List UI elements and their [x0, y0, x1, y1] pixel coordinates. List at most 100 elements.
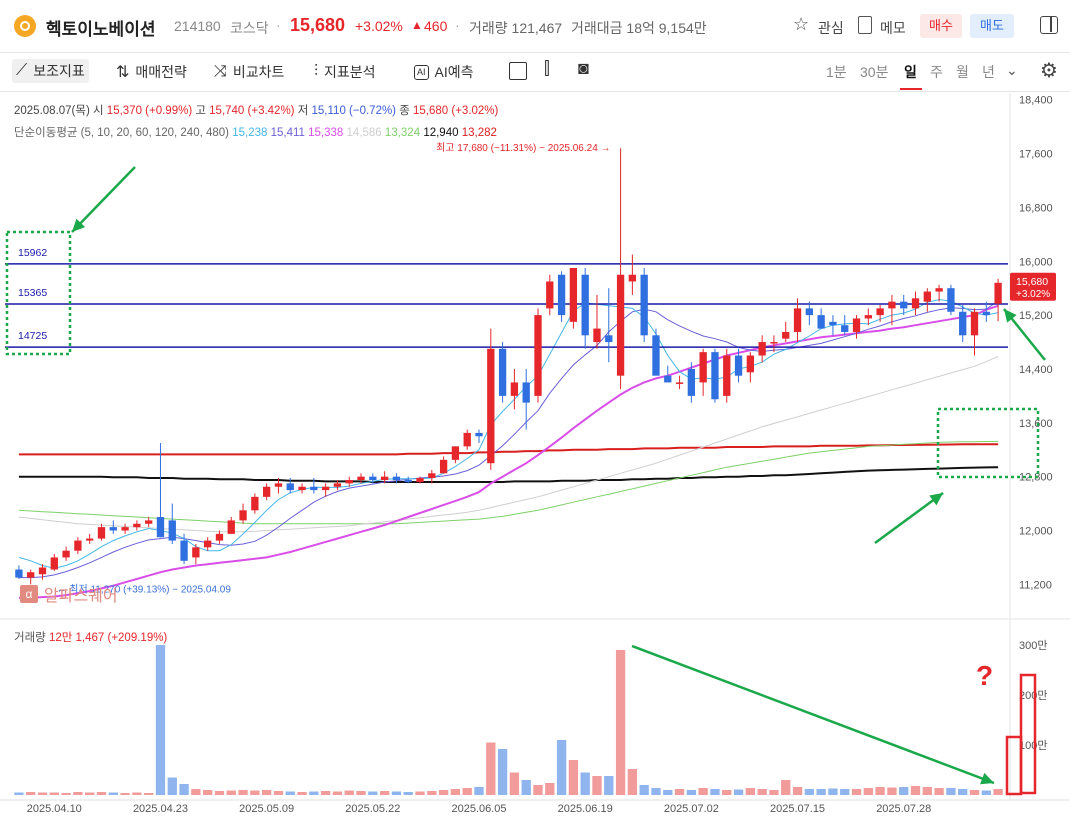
- candle-body: [321, 486, 330, 491]
- volume-bar: [61, 793, 71, 795]
- candle-body: [546, 281, 554, 309]
- volume-bar: [486, 742, 496, 795]
- y-tick-label: 13,600: [1019, 418, 1053, 430]
- volume-bar: [49, 792, 59, 795]
- candle-body: [192, 547, 200, 558]
- volume-bar: [651, 788, 661, 795]
- volume-bar: [958, 789, 968, 795]
- x-tick-label: 2025.07.02: [664, 803, 719, 815]
- volume-bar: [710, 789, 720, 795]
- candle-body: [805, 308, 813, 316]
- info-date: 2025.08.07(목): [14, 105, 90, 117]
- ma60-line: [18, 355, 999, 533]
- candle-body: [510, 382, 519, 396]
- candle-body: [97, 527, 106, 539]
- ma10-line: [18, 300, 999, 579]
- annotation-arrowhead: [929, 493, 943, 506]
- ma-info: 단순이동평균 (5, 10, 20, 60, 120, 240, 480) 15…: [14, 124, 497, 140]
- candle-body: [369, 476, 377, 481]
- candle-body: [770, 342, 778, 344]
- volume-bar: [934, 788, 944, 795]
- volume-bar: [368, 791, 378, 795]
- candle-body: [970, 311, 979, 336]
- ma5-line: [18, 299, 999, 569]
- y-tick-label: 15,200: [1019, 310, 1053, 322]
- x-tick-label: 2025.05.22: [345, 803, 400, 815]
- volume-bar: [733, 789, 744, 795]
- candle-body: [239, 510, 247, 521]
- candle-body: [923, 291, 931, 302]
- volume-bar: [887, 787, 897, 795]
- candle-body: [959, 311, 967, 336]
- candle-body: [286, 483, 294, 491]
- volume-bar: [73, 792, 83, 795]
- volume-bar: [214, 791, 225, 795]
- volume-bar: [545, 783, 555, 795]
- volume-bar: [203, 790, 213, 795]
- x-tick-label: 2025.06.19: [558, 803, 613, 815]
- volume-bar: [509, 772, 520, 795]
- volume-bar: [96, 792, 107, 795]
- candle-body: [38, 567, 47, 575]
- annotation-arrow: [874, 491, 944, 545]
- candle-body: [86, 538, 94, 541]
- candle-body: [404, 480, 412, 483]
- volume-bar: [238, 790, 248, 795]
- candle-body: [605, 335, 613, 343]
- volume-bar: [273, 791, 284, 795]
- candle-body: [227, 520, 235, 534]
- ma20-value: 15,338: [308, 127, 344, 139]
- volume-bar: [993, 789, 1003, 795]
- volume-bar: [863, 788, 873, 795]
- ma10-value: 15,411: [270, 127, 305, 139]
- y-tick-label: 17,600: [1019, 149, 1053, 161]
- ma480-line: [18, 443, 999, 456]
- volume-bar: [108, 792, 118, 795]
- volume-bar: [922, 787, 932, 795]
- volume-bar: [26, 792, 36, 795]
- brand-watermark: α 알파스퀘어: [20, 582, 118, 606]
- candle-body: [121, 527, 129, 531]
- candle-body: [274, 483, 283, 487]
- volume-bar: [191, 789, 201, 795]
- x-tick-label: 2025.05.09: [239, 803, 294, 815]
- candle-body: [947, 288, 955, 312]
- volume-bar: [356, 791, 366, 795]
- volume-bar: [568, 760, 579, 795]
- y-tick-label: 16,000: [1019, 256, 1053, 268]
- volume-tick-label: 100만: [1019, 739, 1047, 752]
- candle-body: [109, 527, 117, 531]
- candle-body: [911, 298, 920, 309]
- volume-bar: [391, 791, 402, 795]
- y-tick-label: 18,400: [1019, 95, 1053, 107]
- y-tick-label: 16,800: [1019, 202, 1053, 214]
- candle-body: [522, 382, 530, 403]
- candle-body: [439, 459, 448, 474]
- volume-bar: [580, 772, 590, 795]
- candle-body: [864, 315, 872, 319]
- volume-bar: [722, 790, 732, 795]
- volume-bar: [415, 791, 425, 795]
- ma120-value: 13,324: [384, 127, 421, 139]
- horizontal-line-label: 15365: [18, 287, 47, 299]
- candle-body: [215, 533, 224, 541]
- volume-bar: [521, 780, 531, 795]
- volume-bar: [320, 791, 331, 795]
- candle-body: [581, 274, 589, 336]
- volume-bar: [816, 789, 826, 795]
- volume-bar: [427, 791, 437, 795]
- y-tick-label: 12,000: [1019, 526, 1053, 538]
- low-value: 15,110 (−0.72%): [311, 105, 397, 117]
- volume-tick-label: 300만: [1019, 639, 1047, 652]
- brand-name: 알파스퀘어: [44, 588, 118, 605]
- volume-bar: [769, 790, 779, 795]
- candle-body: [310, 486, 318, 491]
- volume-bar: [639, 785, 649, 795]
- x-tick-label: 2025.04.10: [27, 803, 82, 815]
- volume-bar: [438, 790, 449, 795]
- volume-bar: [875, 787, 885, 795]
- volume-bar: [946, 788, 956, 795]
- current-price-tag-value: 15,680: [1016, 276, 1048, 288]
- candle-body: [357, 476, 365, 481]
- open-value: 15,370 (+0.99%): [106, 105, 193, 117]
